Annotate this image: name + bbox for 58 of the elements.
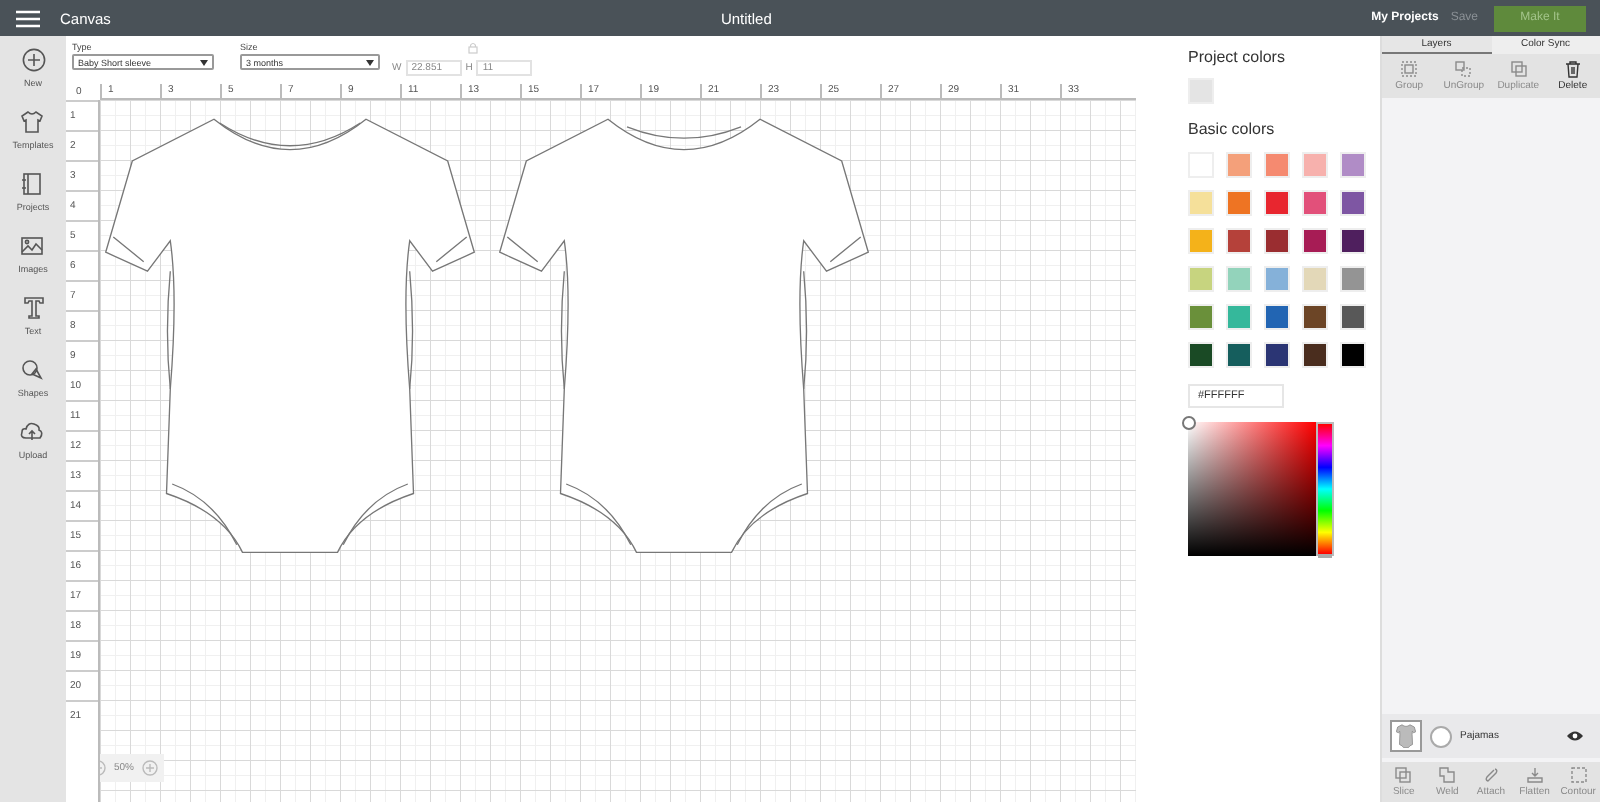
layer-color-circle[interactable] [1430,725,1452,747]
color-swatch[interactable] [1264,152,1290,178]
hue-slider[interactable] [1316,422,1334,556]
caret-icon [366,59,374,65]
color-swatch[interactable] [1302,266,1328,292]
color-swatch[interactable] [1188,342,1214,368]
ungroup-icon [1454,60,1473,78]
shirt-icon [20,110,45,134]
layer-thumbnail [1390,720,1422,752]
image-icon [20,234,45,258]
color-picker-area[interactable] [1188,422,1316,556]
color-swatch[interactable] [1340,304,1366,330]
color-swatch[interactable] [1340,228,1366,254]
group-icon [1400,60,1419,78]
color-swatch[interactable] [1264,304,1290,330]
color-swatch[interactable] [1340,342,1366,368]
cloud-upload-icon [20,420,45,444]
plus-icon [21,48,45,72]
paperclip-icon [1481,766,1500,784]
caret-icon [200,59,208,65]
color-swatch[interactable] [1340,152,1366,178]
text-icon [21,296,45,320]
trash-icon [1563,60,1582,78]
zoom-in-icon[interactable] [142,760,159,776]
color-swatch[interactable] [1188,304,1214,330]
color-swatch[interactable] [1302,304,1328,330]
duplicate-icon [1509,60,1528,78]
color-swatch[interactable] [1226,342,1252,368]
color-swatch[interactable] [1188,228,1214,254]
color-swatch[interactable] [1340,266,1366,292]
color-swatch[interactable] [1340,190,1366,216]
color-swatch[interactable] [1188,266,1214,292]
color-swatch[interactable] [1264,228,1290,254]
eye-icon[interactable] [1566,730,1584,742]
color-swatch[interactable] [1226,304,1252,330]
color-swatch[interactable] [1302,228,1328,254]
color-swatch[interactable] [1226,152,1252,178]
panel-heading: Basic colors [1188,120,1277,138]
flatten-icon [1525,766,1544,784]
color-swatch[interactable] [1264,190,1290,216]
slice-icon [1394,766,1413,784]
shapes-icon [20,358,45,382]
color-swatch[interactable] [1264,266,1290,292]
color-swatch[interactable] [1188,190,1214,216]
lock-icon[interactable] [468,42,478,54]
weld-icon [1438,766,1457,784]
color-swatch[interactable] [1264,342,1290,368]
color-swatch[interactable] [1226,266,1252,292]
color-swatch[interactable] [1302,342,1328,368]
color-swatch[interactable] [1188,78,1214,104]
menu-icon[interactable] [16,9,40,27]
notebook-icon [20,172,45,196]
color-swatch[interactable] [1302,152,1328,178]
color-swatch[interactable] [1226,190,1252,216]
panel-heading: Project colors [1188,48,1287,66]
color-swatch[interactable] [1302,190,1328,216]
contour-icon [1569,766,1588,784]
color-swatch[interactable] [1226,228,1252,254]
